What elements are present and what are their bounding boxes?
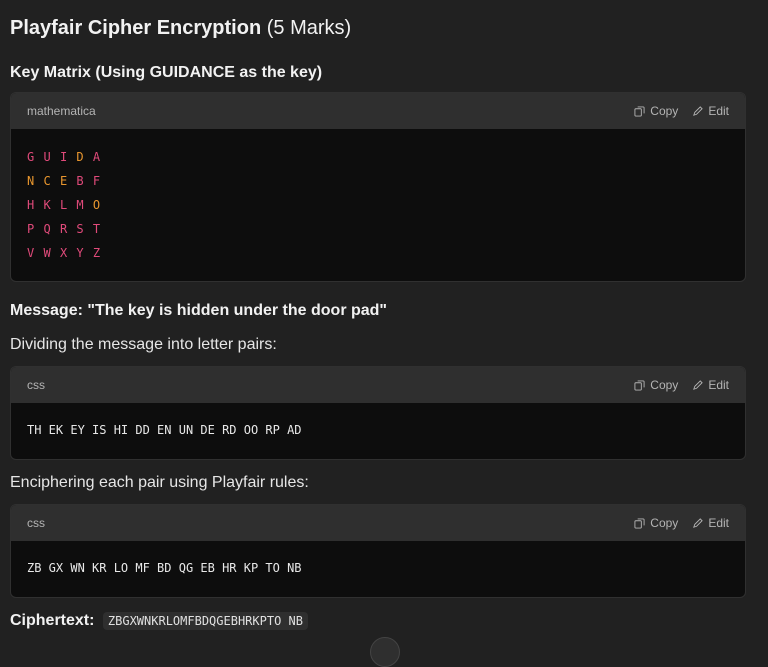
matrix-letter: T (92, 222, 102, 236)
pairs-code-block: css Copy Edit TH EK EY IS HI DD EN UN DE… (10, 366, 746, 460)
edit-icon (693, 105, 704, 116)
ciphertext-value: ZBGXWNKRLOMFBDQGEBHRKPTO NB (102, 612, 308, 630)
copy-icon (634, 379, 645, 391)
copy-label: Copy (650, 378, 679, 392)
copy-icon (634, 105, 645, 117)
matrix-letter: E (59, 174, 69, 188)
matrix-row: V W X Y Z (27, 241, 729, 265)
code-body: G U I D A N C E B F H K L M O P Q R S T … (11, 129, 745, 281)
scroll-down-button[interactable] (370, 637, 400, 667)
enc-code-block: css Copy Edit ZB GX WN KR LO MF BD QG EB… (10, 504, 746, 598)
matrix-letter: B (76, 174, 85, 188)
code-header: css Copy Edit (11, 367, 745, 403)
matrix-letter: S (76, 222, 85, 236)
edit-button[interactable]: Edit (692, 516, 729, 530)
matrix-letter: V (27, 246, 36, 260)
matrix-letter: Z (92, 246, 102, 260)
message-heading: Message: "The key is hidden under the do… (10, 302, 388, 319)
code-header: mathematica Copy Edit (11, 93, 745, 129)
dividing-text: Dividing the message into letter pairs: (10, 336, 277, 353)
matrix-code-block: mathematica Copy Edit G U I D A N C E B … (10, 92, 746, 282)
matrix-letter: M (76, 198, 85, 212)
copy-icon (634, 517, 645, 529)
copy-button[interactable]: Copy (634, 516, 678, 530)
matrix-letter: F (92, 174, 102, 188)
edit-icon (693, 517, 704, 528)
copy-label: Copy (650, 104, 679, 118)
copy-button[interactable]: Copy (634, 378, 678, 392)
code-language: css (27, 378, 45, 392)
title-marks: (5 Marks) (266, 17, 352, 39)
code-text: TH EK EY IS HI DD EN UN DE RD OO RP AD (27, 423, 302, 437)
edit-label: Edit (708, 516, 729, 530)
title-text: Playfair Cipher Encryption (10, 17, 262, 39)
matrix-letter: P (27, 222, 36, 236)
matrix-letter: D (76, 150, 85, 164)
code-actions: Copy Edit (634, 378, 729, 392)
key-matrix-heading: Key Matrix (Using GUIDANCE as the key) (10, 64, 323, 81)
matrix-letter: H (27, 198, 36, 212)
code-header: css Copy Edit (11, 505, 745, 541)
enciphering-text: Enciphering each pair using Playfair rul… (10, 474, 309, 491)
edit-button[interactable]: Edit (692, 104, 729, 118)
code-language: css (27, 516, 45, 530)
matrix-letter: C (43, 174, 52, 188)
ciphertext-line: Ciphertext: ZBGXWNKRLOMFBDQGEBHRKPTO NB (10, 612, 308, 630)
matrix-letter: Y (76, 246, 85, 260)
code-actions: Copy Edit (634, 516, 729, 530)
matrix-row: G U I D A (27, 145, 729, 169)
edit-label: Edit (708, 378, 729, 392)
code-actions: Copy Edit (634, 104, 729, 118)
matrix-letter: W (43, 246, 52, 260)
matrix-row: P Q R S T (27, 217, 729, 241)
edit-button[interactable]: Edit (692, 378, 729, 392)
matrix-letter: U (43, 150, 52, 164)
code-body: ZB GX WN KR LO MF BD QG EB HR KP TO NB (11, 541, 745, 591)
code-text: ZB GX WN KR LO MF BD QG EB HR KP TO NB (27, 561, 302, 575)
code-language: mathematica (27, 104, 96, 118)
matrix-letter: Q (43, 222, 52, 236)
matrix-letter: R (59, 222, 69, 236)
copy-button[interactable]: Copy (634, 104, 678, 118)
matrix-row: H K L M O (27, 193, 729, 217)
ciphertext-label: Ciphertext: (10, 612, 95, 629)
matrix-letter: N (27, 174, 36, 188)
edit-label: Edit (708, 104, 729, 118)
matrix-letter: I (59, 150, 69, 164)
code-body: TH EK EY IS HI DD EN UN DE RD OO RP AD (11, 403, 745, 453)
matrix-row: N C E B F (27, 169, 729, 193)
matrix-letter: L (59, 198, 69, 212)
matrix-letter: G (27, 150, 36, 164)
edit-icon (693, 379, 704, 390)
matrix-letter: X (59, 246, 69, 260)
page-title: Playfair Cipher Encryption (5 Marks) (10, 17, 351, 40)
matrix-letter: O (92, 198, 102, 212)
matrix-letter: A (92, 150, 102, 164)
matrix-letter: K (43, 198, 52, 212)
copy-label: Copy (650, 516, 679, 530)
